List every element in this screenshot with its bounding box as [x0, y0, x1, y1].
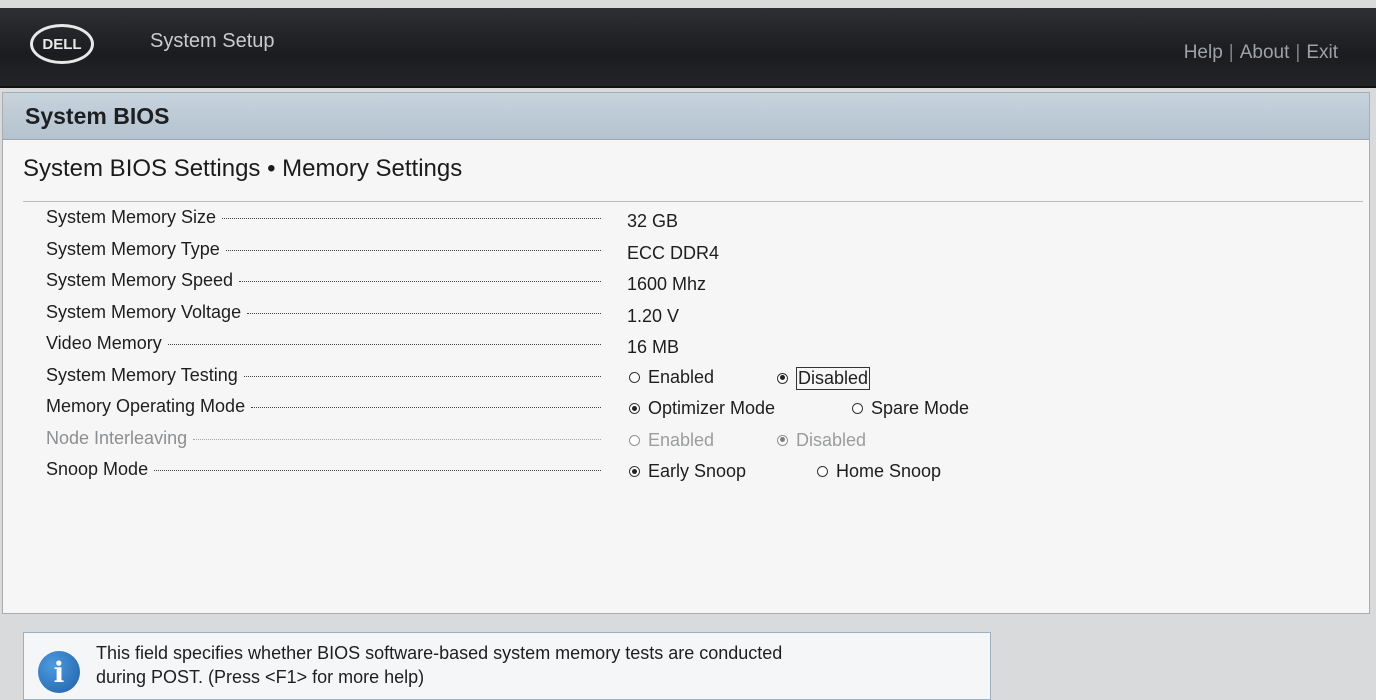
breadcrumb: System BIOS Settings • Memory Settings — [23, 155, 463, 182]
radio-memory-testing-enabled[interactable]: Enabled — [629, 367, 714, 388]
setting-row-memory-voltage: System Memory Voltage 1.20 V — [3, 298, 1371, 330]
setting-label: System Memory Type — [46, 238, 220, 259]
radio-spare-mode[interactable]: Spare Mode — [852, 398, 969, 419]
radio-home-snoop[interactable]: Home Snoop — [817, 461, 941, 482]
radio-selected-icon — [777, 434, 788, 446]
radio-unselected-icon — [629, 371, 640, 383]
separator: | — [1295, 42, 1301, 63]
setting-value: 1.20 V — [627, 305, 680, 326]
setting-label: Memory Operating Mode — [46, 396, 246, 416]
separator: | — [1228, 42, 1234, 63]
setting-row-memory-type: System Memory Type ECC DDR4 — [3, 235, 1371, 267]
about-link[interactable]: About — [1240, 42, 1290, 63]
setting-label: System Memory Voltage — [46, 301, 242, 322]
top-links: Help | About | Exit — [1184, 42, 1338, 64]
setting-row-memory-size: System Memory Size 32 GB — [3, 203, 1371, 235]
radio-unselected-icon — [817, 466, 828, 477]
setting-value: 1600 Mhz — [627, 274, 707, 294]
help-text-line: during POST. (Press <F1> for more help) — [96, 667, 425, 687]
top-bar: DELL System Setup Help | About | Exit — [0, 8, 1376, 88]
setting-label: System Memory Testing — [46, 364, 238, 385]
radio-optimizer-mode[interactable]: Optimizer Mode — [629, 398, 775, 419]
main-panel: System BIOS System BIOS Settings • Memor… — [2, 92, 1370, 614]
setting-row-memory-testing: System Memory Testing Enabled Disabled — [3, 361, 1371, 393]
radio-unselected-icon — [629, 434, 640, 446]
setting-row-node-interleaving: Node Interleaving Enabled Disabled — [3, 424, 1371, 456]
setting-label: System Memory Speed — [46, 270, 234, 290]
dell-logo-icon: DELL — [30, 24, 94, 64]
radio-selected-icon — [777, 372, 788, 384]
setting-label: System Memory Size — [46, 207, 217, 227]
help-box: i This field specifies whether BIOS soft… — [23, 632, 991, 700]
setting-row-video-memory: Video Memory 16 MB — [3, 329, 1371, 361]
help-link[interactable]: Help — [1184, 42, 1223, 63]
help-text: This field specifies whether BIOS softwa… — [96, 641, 976, 689]
setting-row-memory-speed: System Memory Speed 1600 Mhz — [3, 266, 1371, 298]
setting-value: ECC DDR4 — [627, 242, 720, 263]
setting-value: 16 MB — [627, 337, 680, 357]
setting-label: Snoop Mode — [46, 459, 149, 479]
panel-title: System BIOS — [3, 93, 1369, 140]
exit-link[interactable]: Exit — [1306, 42, 1338, 63]
radio-node-interleaving-enabled: Enabled — [629, 430, 714, 451]
setting-label: Video Memory — [46, 333, 162, 353]
radio-selected-icon — [629, 466, 640, 477]
setting-row-snoop-mode: Snoop Mode Early Snoop Home Snoop — [3, 455, 1371, 487]
setting-row-operating-mode: Memory Operating Mode Optimizer Mode Spa… — [3, 392, 1371, 424]
radio-node-interleaving-disabled: Disabled — [777, 430, 866, 451]
radio-unselected-icon — [852, 403, 863, 414]
setting-value: 32 GB — [627, 211, 679, 231]
help-text-line: This field specifies whether BIOS softwa… — [96, 643, 783, 663]
info-icon: i — [38, 651, 80, 693]
radio-selected-icon — [629, 403, 640, 414]
radio-early-snoop[interactable]: Early Snoop — [629, 461, 746, 482]
app-title: System Setup — [150, 30, 275, 52]
divider — [23, 201, 1363, 202]
settings-list: System Memory Size 32 GB System Memory T… — [3, 203, 1371, 487]
radio-memory-testing-disabled[interactable]: Disabled — [777, 366, 871, 390]
setting-label: Node Interleaving — [46, 427, 188, 448]
